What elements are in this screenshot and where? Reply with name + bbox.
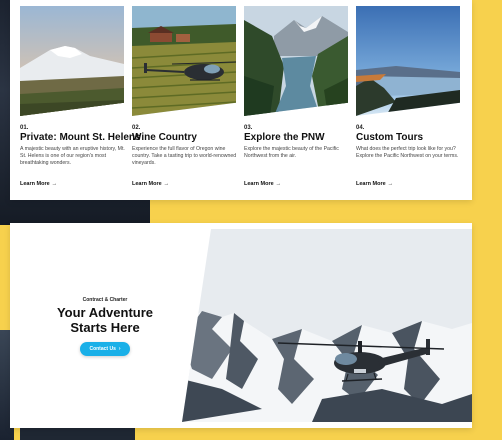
learn-more-link[interactable]: Learn More → xyxy=(132,181,169,187)
river-valley-image[interactable] xyxy=(244,6,348,116)
learn-more-label: Learn More xyxy=(356,181,386,187)
card-description: Explore the majestic beauty of the Pacif… xyxy=(244,146,339,159)
card-title[interactable]: Explore the PNW xyxy=(244,132,325,143)
card-number: 02. xyxy=(132,125,141,131)
helicopter-snowy-mountains-image xyxy=(182,229,472,422)
learn-more-link[interactable]: Learn More → xyxy=(244,181,281,187)
card-number: 04. xyxy=(356,125,365,131)
hero-title: Your Adventure Starts Here xyxy=(56,305,154,335)
mountain-image[interactable] xyxy=(20,6,124,116)
tour-cards-section: 01. Private: Mount St. Helens A majestic… xyxy=(10,0,472,200)
arrow-right-icon: → xyxy=(275,181,282,187)
lake-sunset-image[interactable] xyxy=(356,6,460,116)
card-number: 03. xyxy=(244,125,253,131)
learn-more-label: Learn More xyxy=(20,181,50,187)
learn-more-label: Learn More xyxy=(244,181,274,187)
learn-more-link[interactable]: Learn More → xyxy=(20,181,57,187)
next-card-image-edge xyxy=(20,428,135,440)
tour-card-custom-tours[interactable]: 04. Custom Tours What does the perfect t… xyxy=(356,6,460,192)
tour-card-explore-pnw[interactable]: 03. Explore the PNW Explore the majestic… xyxy=(244,6,348,192)
learn-more-link[interactable]: Learn More → xyxy=(356,181,393,187)
card-description: What does the perfect trip look like for… xyxy=(356,146,459,159)
card-description: A majestic beauty with an eruptive histo… xyxy=(20,146,125,166)
contact-us-button[interactable]: Contact Us › xyxy=(80,342,130,356)
arrow-right-icon: → xyxy=(51,181,58,187)
hero-eyebrow: Contract & Charter xyxy=(82,297,128,303)
arrow-right-icon: → xyxy=(163,181,170,187)
arrow-right-icon: → xyxy=(387,181,394,187)
card-title[interactable]: Custom Tours xyxy=(356,132,423,143)
charter-hero-section: Contract & Charter Your Adventure Starts… xyxy=(10,223,472,428)
chevron-right-icon: › xyxy=(118,346,121,352)
card-title[interactable]: Wine Country xyxy=(132,132,197,143)
tour-card-mount-st-helens[interactable]: 01. Private: Mount St. Helens A majestic… xyxy=(20,6,141,192)
contact-us-label: Contact Us xyxy=(89,346,116,352)
card-description: Experience the full flavor of Oregon win… xyxy=(132,146,237,166)
tour-card-wine-country[interactable]: 02. Wine Country Experience the full fla… xyxy=(132,6,236,192)
vineyard-helicopter-image[interactable] xyxy=(132,6,236,116)
card-number: 01. xyxy=(20,125,29,131)
learn-more-label: Learn More xyxy=(132,181,162,187)
card-title[interactable]: Private: Mount St. Helens xyxy=(20,132,141,143)
